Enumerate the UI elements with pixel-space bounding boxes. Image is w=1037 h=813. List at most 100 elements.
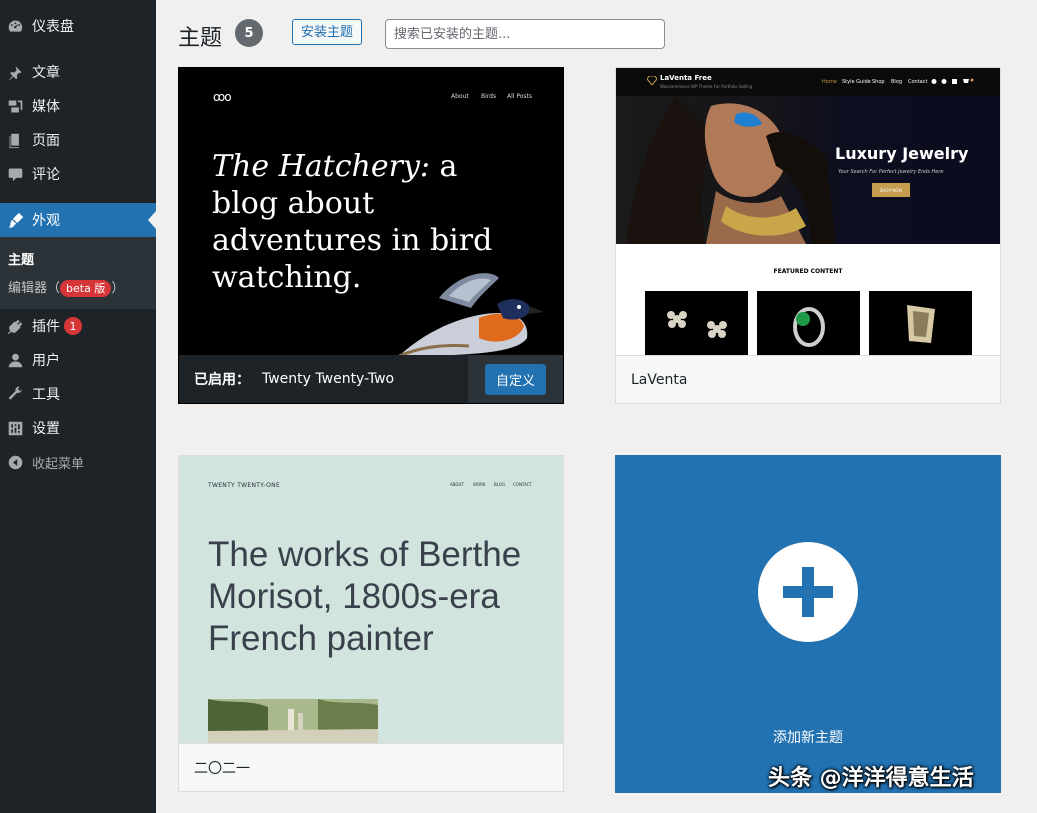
media-icon bbox=[5, 96, 25, 116]
customize-button-area: 自定义 bbox=[468, 355, 563, 403]
featured-heading: FEATURED CONTENT bbox=[773, 268, 843, 275]
theme-name: Twenty Twenty-Two bbox=[262, 371, 395, 387]
preview-nav-item: All Posts bbox=[507, 93, 533, 100]
sidebar-item-label: 插件 bbox=[32, 319, 60, 335]
emerald-ring-graphic bbox=[793, 307, 825, 347]
theme-count-badge: 5 bbox=[235, 19, 263, 47]
plus-icon bbox=[783, 567, 833, 617]
theme-screenshot: TWENTY TWENTY-ONE ABOUT WORK BLOG CONTAC… bbox=[179, 456, 563, 743]
sidebar-item-label: 仪表盘 bbox=[32, 19, 74, 35]
earrings-graphic bbox=[667, 311, 727, 338]
painting-image bbox=[208, 699, 378, 743]
theme-screenshot: LaVenta Free Woocommerce WP Theme For Po… bbox=[616, 68, 1000, 355]
product-image-ring-gold bbox=[869, 291, 972, 355]
comment-icon bbox=[5, 164, 25, 184]
preview-nav-item: Contact bbox=[908, 79, 928, 85]
preview-brand: LaVenta Free bbox=[660, 74, 712, 82]
appearance-submenu: 主题 编辑器（ beta 版） bbox=[0, 237, 156, 309]
preview-nav-item: Birds bbox=[481, 93, 497, 100]
preview-nav-item: Style Guide bbox=[842, 79, 871, 85]
diamond-logo-icon bbox=[647, 76, 657, 85]
site-logo: ꝏo bbox=[213, 90, 232, 104]
active-indicator bbox=[148, 211, 156, 229]
settings-icon bbox=[5, 418, 25, 438]
gold-ring-graphic bbox=[907, 305, 935, 343]
preview-tagline: Woocommerce WP Theme For Portfolio Selli… bbox=[660, 84, 753, 89]
beta-badge: beta 版 bbox=[60, 280, 112, 297]
sidebar-item-comments[interactable]: 评论 bbox=[0, 157, 156, 191]
sidebar-item-plugins[interactable]: 插件 1 bbox=[0, 309, 156, 343]
preview-nav-item: BLOG bbox=[494, 482, 506, 487]
install-theme-button[interactable]: 安装主题 bbox=[292, 19, 363, 45]
preview-headline-italic: The Hatchery: bbox=[212, 149, 430, 184]
product-image-earrings bbox=[645, 291, 748, 355]
theme-name: LaVenta bbox=[631, 371, 688, 388]
sidebar-item-label: 文章 bbox=[32, 65, 60, 81]
theme-name-bar: 二〇二一 bbox=[179, 743, 563, 791]
sidebar-item-settings[interactable]: 设置 bbox=[0, 411, 156, 445]
sidebar-item-label: 媒体 bbox=[32, 99, 60, 115]
add-new-theme-card[interactable]: 添加新主题 bbox=[615, 455, 1001, 793]
dashboard-icon bbox=[5, 16, 25, 36]
hero-title: Luxury Jewelry bbox=[835, 144, 969, 163]
add-new-theme-label: 添加新主题 bbox=[773, 730, 843, 746]
submenu-item-editor[interactable]: 编辑器（ beta 版） bbox=[8, 277, 124, 297]
shop-now-button: SHOP NOW bbox=[872, 183, 910, 197]
preview-nav-item: About bbox=[451, 93, 469, 100]
plugin-icon bbox=[5, 316, 25, 336]
product-image-ring-emerald bbox=[757, 291, 860, 355]
plugin-update-badge: 1 bbox=[64, 317, 82, 335]
preview-nav-item: ABOUT bbox=[450, 482, 464, 487]
page-title: 主题 bbox=[178, 26, 223, 51]
sidebar-item-label: 页面 bbox=[32, 133, 60, 149]
add-circle bbox=[758, 542, 858, 642]
preview-nav-item: CONTACT bbox=[513, 482, 532, 487]
sidebar-item-dashboard[interactable]: 仪表盘 bbox=[0, 9, 156, 43]
sidebar-item-label: 用户 bbox=[32, 353, 60, 369]
model-portrait bbox=[626, 96, 836, 244]
painting-graphic bbox=[208, 699, 378, 743]
preview-headline: The works of Berthe Morisot, 1800s-era F… bbox=[208, 535, 522, 658]
theme-screenshot: ꝏo About Birds All Posts The Hatchery: a… bbox=[179, 68, 563, 355]
preview-nav-item: WORK bbox=[473, 482, 486, 487]
collapse-menu-button[interactable]: 收起菜单 bbox=[0, 445, 156, 479]
collapse-icon bbox=[5, 452, 25, 472]
sidebar-item-label: 工具 bbox=[32, 387, 60, 403]
hero-subtitle: Your Search For Perfect Jewelry Ends Her… bbox=[838, 169, 944, 175]
social-icons bbox=[931, 78, 974, 84]
theme-name: 二〇二一 bbox=[194, 760, 250, 777]
pushpin-icon bbox=[5, 62, 25, 82]
preview-nav-item: Shop bbox=[872, 79, 885, 85]
preview-nav-item: Blog bbox=[891, 79, 903, 85]
theme-active-bar: 已启用： Twenty Twenty-Two 自定义 bbox=[179, 355, 563, 403]
sidebar-item-label: 设置 bbox=[32, 421, 60, 437]
customize-button[interactable]: 自定义 bbox=[484, 363, 546, 395]
theme-card-laventa[interactable]: LaVenta Free Woocommerce WP Theme For Po… bbox=[615, 67, 1001, 404]
preview-header: LaVenta Free Woocommerce WP Theme For Po… bbox=[616, 68, 1000, 96]
sidebar-item-label: 评论 bbox=[32, 167, 60, 183]
wrench-icon bbox=[5, 384, 25, 404]
submenu-item-themes[interactable]: 主题 bbox=[8, 249, 34, 268]
sidebar-item-posts[interactable]: 文章 bbox=[0, 55, 156, 89]
sidebar-item-appearance[interactable]: 外观 bbox=[0, 203, 156, 237]
theme-name-bar: LaVenta bbox=[616, 355, 1000, 403]
sidebar-item-label: 收起菜单 bbox=[32, 456, 85, 472]
bird-illustration bbox=[398, 273, 544, 355]
sidebar-item-tools[interactable]: 工具 bbox=[0, 377, 156, 411]
watermark: 头条 @洋洋得意生活 bbox=[768, 766, 974, 791]
submenu-item-suffix: ） bbox=[111, 281, 125, 296]
theme-card-twenty-twenty-two[interactable]: ꝏo About Birds All Posts The Hatchery: a… bbox=[178, 67, 564, 404]
brush-icon bbox=[5, 210, 25, 230]
preview-nav-item: Home bbox=[822, 79, 837, 85]
page-icon bbox=[5, 130, 25, 150]
preview-site-title: TWENTY TWENTY-ONE bbox=[208, 482, 281, 489]
sidebar-item-users[interactable]: 用户 bbox=[0, 343, 156, 377]
submenu-item-label: 编辑器（ bbox=[8, 281, 61, 296]
sidebar-item-media[interactable]: 媒体 bbox=[0, 89, 156, 123]
preview-hero: Luxury Jewelry Your Search For Perfect J… bbox=[616, 96, 1000, 244]
user-icon bbox=[5, 350, 25, 370]
sidebar-item-label: 外观 bbox=[32, 213, 60, 229]
sidebar-item-pages[interactable]: 页面 bbox=[0, 123, 156, 157]
theme-search-input[interactable] bbox=[385, 19, 665, 49]
theme-card-twenty-twenty-one[interactable]: TWENTY TWENTY-ONE ABOUT WORK BLOG CONTAC… bbox=[178, 455, 564, 792]
